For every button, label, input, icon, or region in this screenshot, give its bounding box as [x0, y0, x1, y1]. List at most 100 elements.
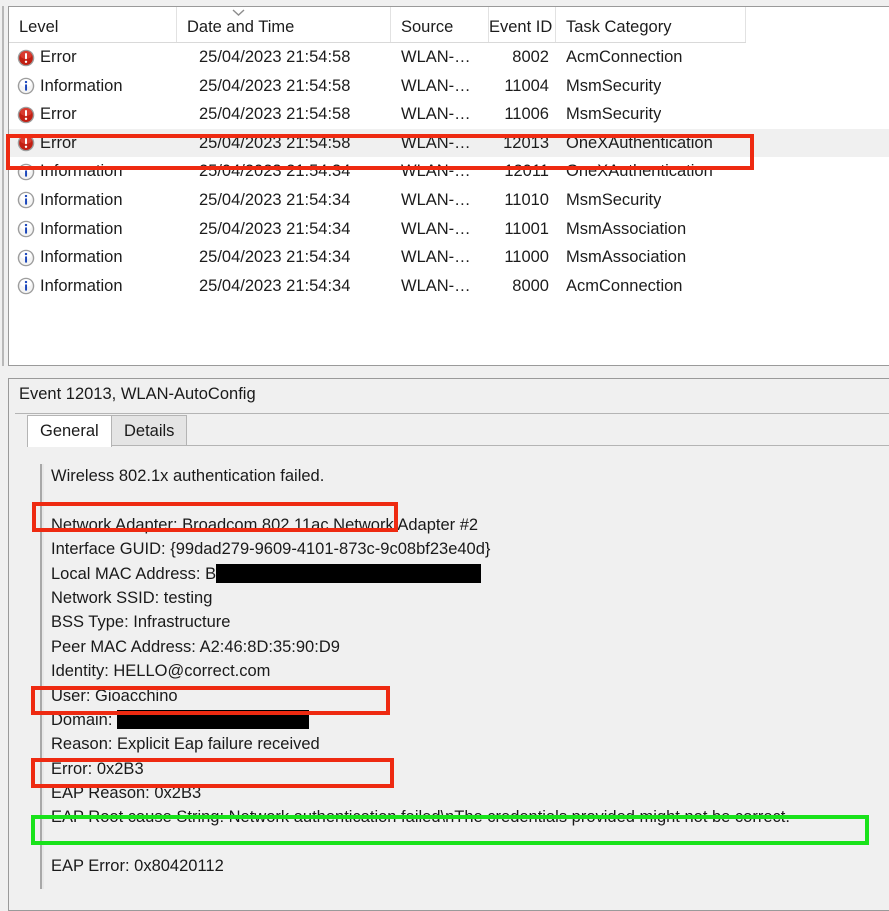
- detail-title-divider: [15, 413, 889, 414]
- event-text-label: Domain:: [51, 710, 118, 729]
- table-row[interactable]: Information 25/04/2023 21:54:34 WLAN-… 1201…: [9, 157, 889, 186]
- error-icon: [17, 49, 35, 67]
- cell-event-id: 11001: [504, 219, 549, 238]
- cell-level: Information: [17, 157, 123, 186]
- cell-event-id: 12013: [503, 133, 549, 152]
- cell-date-and-time: 25/04/2023 21:54:34: [199, 190, 351, 209]
- event-text-line: Network Adapter: Broadcom 802.11ac Netwo…: [51, 515, 479, 534]
- cell-task-category: MsmAssociation: [566, 219, 687, 238]
- column-header-task-category[interactable]: Task Category: [556, 7, 746, 42]
- event-detail-tab-body: Wireless 802.1x authentication failed. Ne…: [27, 445, 889, 890]
- event-text-line: EAP Reason: 0x2B3: [51, 784, 202, 803]
- table-row[interactable]: Error 25/04/2023 21:54:58 WLAN-… 8002 AcmCon…: [9, 43, 889, 72]
- event-list-header: Level Date and Time Source Event ID Task…: [9, 7, 746, 43]
- cell-date-and-time: 25/04/2023 21:54:58: [199, 48, 351, 66]
- cell-date-and-time: 25/04/2023 21:54:58: [199, 133, 351, 152]
- event-text-line: Identity: HELLO@correct.com: [51, 662, 271, 681]
- event-list-vertical-scrollbar[interactable]: [0, 6, 7, 366]
- event-text-line: User: Gioacchino: [51, 686, 178, 705]
- event-text-line: Peer MAC Address: A2:46:8D:35:90:D9: [51, 637, 340, 656]
- event-description-text: Wireless 802.1x authentication failed. Ne…: [51, 464, 889, 879]
- event-text-line: Interface GUID: {99dad279-9609-4101-873c…: [51, 540, 491, 559]
- cell-source: WLAN-…: [401, 219, 471, 238]
- level-label: Information: [40, 76, 123, 95]
- cell-event-id: 12011: [504, 162, 549, 181]
- event-text-line: Error: 0x2B3: [51, 759, 144, 778]
- table-row[interactable]: Information 25/04/2023 21:54:34 WLAN-… 1100…: [9, 215, 889, 244]
- cell-date-and-time: 25/04/2023 21:54:34: [199, 219, 351, 238]
- table-row[interactable]: Error 25/04/2023 21:54:58 WLAN-… 12013 OneXA…: [9, 128, 889, 158]
- information-icon: [17, 249, 35, 267]
- event-detail-title: Event 12013, WLAN-AutoConfig: [19, 385, 256, 403]
- event-text-line: BSS Type: Infrastructure: [51, 613, 231, 632]
- cell-level: Information: [17, 215, 123, 244]
- tab-general[interactable]: General: [27, 415, 112, 447]
- table-row[interactable]: Error 25/04/2023 21:54:58 WLAN-… 11006 MsmSe…: [9, 100, 889, 129]
- cell-level: Error: [17, 43, 77, 72]
- event-description-textbox[interactable]: Wireless 802.1x authentication failed. Ne…: [39, 464, 889, 889]
- level-label: Error: [40, 133, 77, 152]
- cell-task-category: OneXAuthentication: [566, 162, 713, 181]
- table-row[interactable]: Information 25/04/2023 21:54:34 WLAN-… 1100…: [9, 243, 889, 272]
- cell-event-id: 11006: [504, 105, 549, 124]
- cell-source: WLAN-…: [401, 48, 471, 66]
- cell-source: WLAN-…: [401, 133, 471, 152]
- cell-task-category: AcmConnection: [566, 48, 683, 66]
- event-viewer-screenshot: Level Date and Time Source Event ID Task…: [0, 0, 889, 911]
- cell-task-category: MsmSecurity: [566, 76, 662, 95]
- cell-date-and-time: 25/04/2023 21:54:58: [199, 76, 351, 95]
- cell-level: Information: [17, 72, 123, 101]
- tab-details[interactable]: Details: [111, 415, 188, 445]
- event-text-line: Wireless 802.1x authentication failed.: [51, 467, 325, 485]
- cell-level: Error: [17, 100, 77, 129]
- level-label: Information: [40, 162, 123, 181]
- event-text-blank-line: [51, 488, 889, 512]
- event-text-line: EAP Error: 0x80420112: [51, 857, 224, 876]
- event-text-line: Reason: Explicit Eap failure received: [51, 735, 320, 754]
- event-detail-pane: Event 12013, WLAN-AutoConfig General Det…: [8, 378, 889, 911]
- table-row[interactable]: Information 25/04/2023 21:54:34 WLAN-… 8000…: [9, 272, 889, 301]
- cell-date-and-time: 25/04/2023 21:54:58: [199, 105, 351, 124]
- column-header-date-and-time[interactable]: Date and Time: [177, 7, 391, 42]
- cell-event-id: 11000: [504, 248, 549, 267]
- event-text-label: Local MAC Address: B: [51, 564, 217, 583]
- level-label: Information: [40, 248, 123, 267]
- level-label: Information: [40, 190, 123, 209]
- column-header-event-id[interactable]: Event ID: [489, 7, 556, 42]
- event-text-line: EAP Root cause String: Network authentic…: [51, 808, 790, 827]
- column-header-source[interactable]: Source: [391, 7, 489, 42]
- event-text-line: Network SSID: testing: [51, 588, 213, 607]
- information-icon: [17, 277, 35, 295]
- cell-source: WLAN-…: [401, 190, 471, 209]
- cell-date-and-time: 25/04/2023 21:54:34: [199, 162, 351, 181]
- level-label: Error: [40, 48, 77, 66]
- level-label: Error: [40, 105, 77, 124]
- event-list-rows: Error 25/04/2023 21:54:58 WLAN-… 8002 AcmCon…: [9, 43, 889, 300]
- cell-level: Error: [17, 129, 77, 158]
- cell-task-category: MsmSecurity: [566, 190, 662, 209]
- event-text-line: Domain:: [51, 708, 889, 732]
- cell-source: WLAN-…: [401, 105, 471, 124]
- information-icon: [17, 77, 35, 95]
- cell-event-id: 11004: [504, 76, 549, 95]
- event-list-frame: Level Date and Time Source Event ID Task…: [8, 6, 889, 366]
- redaction-bar: [117, 709, 310, 729]
- cell-task-category: OneXAuthentication: [566, 133, 713, 152]
- cell-event-id: 8002: [512, 48, 549, 66]
- information-icon: [17, 191, 35, 209]
- cell-task-category: MsmSecurity: [566, 105, 662, 124]
- event-description-scrollbar[interactable]: [39, 464, 44, 889]
- column-header-level[interactable]: Level: [9, 7, 177, 42]
- cell-source: WLAN-…: [401, 76, 471, 95]
- cell-source: WLAN-…: [401, 276, 471, 295]
- table-row[interactable]: Information 25/04/2023 21:54:58 WLAN-… 1100…: [9, 72, 889, 101]
- table-row[interactable]: Information 25/04/2023 21:54:34 WLAN-… 1101…: [9, 186, 889, 215]
- redaction-bar: [216, 563, 482, 583]
- cell-date-and-time: 25/04/2023 21:54:34: [199, 248, 351, 267]
- cell-source: WLAN-…: [401, 248, 471, 267]
- cell-level: Information: [17, 186, 123, 215]
- error-icon: [17, 106, 35, 124]
- event-text-blank-line: [51, 830, 889, 854]
- information-icon: [17, 163, 35, 181]
- event-list-pane: Level Date and Time Source Event ID Task…: [0, 0, 889, 372]
